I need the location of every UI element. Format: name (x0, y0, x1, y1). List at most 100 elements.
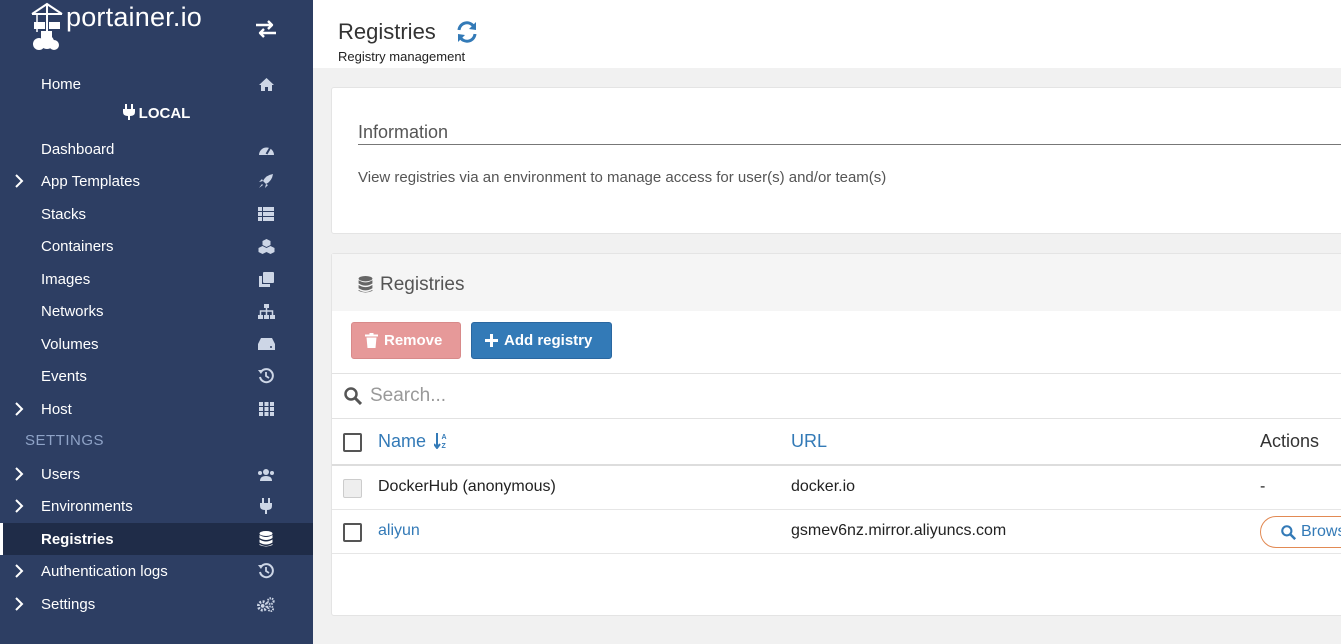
logo-text: portainer.io (66, 2, 202, 32)
list-icon (257, 206, 275, 222)
registries-panel: Registries Remove Add registry Name AZ U… (331, 253, 1341, 616)
information-panel: Information View registries via an envir… (331, 87, 1341, 234)
refresh-icon[interactable] (455, 20, 479, 49)
chevron-right-icon (14, 499, 24, 517)
information-text: View registries via an environment to ma… (358, 169, 887, 186)
plug-icon (122, 104, 135, 124)
settings-section-title: SETTINGS (25, 432, 105, 449)
add-registry-button[interactable]: Add registry (471, 322, 612, 359)
sidebar-item-images[interactable]: Images (0, 263, 313, 295)
sidebar-item-containers[interactable]: Containers (0, 230, 313, 262)
sidebar-item-authentication-logs[interactable]: Authentication logs (0, 555, 313, 587)
sidebar-item-host[interactable]: Host (0, 393, 313, 425)
browse-button[interactable]: Browse (1260, 516, 1341, 548)
sidebar-item-label: Events (41, 367, 87, 385)
remove-button-label: Remove (384, 332, 443, 349)
sidebar-item-label: Containers (41, 237, 114, 255)
plus-icon (485, 334, 498, 347)
registries-panel-header: Registries (332, 254, 1341, 311)
chevron-right-icon (14, 402, 24, 420)
search-icon (344, 387, 363, 410)
sidebar-item-users[interactable]: Users (0, 458, 313, 490)
sidebar-item-label: App Templates (41, 172, 140, 190)
sidebar-item-label: Settings (41, 595, 96, 613)
registry-name-link[interactable]: aliyun (378, 522, 420, 540)
sidebar-item-label: Networks (41, 302, 104, 320)
history-icon (257, 563, 275, 579)
sidebar-item-label: Images (41, 270, 91, 288)
sidebar-item-stacks[interactable]: Stacks (0, 198, 313, 230)
th-icon (257, 401, 275, 417)
logo-row: portainer.io (0, 0, 313, 68)
cogs-icon (257, 596, 275, 612)
chevron-right-icon (14, 597, 24, 615)
history-icon (257, 368, 275, 384)
chevron-right-icon (14, 174, 24, 192)
environment-title: LOCAL (0, 104, 313, 128)
users-icon (257, 466, 275, 482)
row-checkbox (343, 479, 362, 498)
database-icon (257, 531, 275, 547)
clone-icon (257, 271, 275, 287)
svg-text:A: A (442, 434, 447, 441)
sidebar-item-settings[interactable]: Settings (0, 588, 313, 620)
sidebar-item-label: Volumes (41, 335, 99, 353)
registry-action: - (1260, 478, 1266, 495)
sidebar-item-app-templates[interactable]: App Templates (0, 165, 313, 197)
column-header-actions: Actions (1260, 431, 1320, 451)
plug-icon (257, 498, 275, 514)
sidebar-item-label: Dashboard (41, 140, 115, 158)
sidebar-toggle-icon[interactable] (254, 18, 278, 45)
logo-crane-icon (31, 2, 63, 50)
table-header: Name AZ URL Actions (332, 419, 1341, 466)
environment-name: LOCAL (138, 105, 191, 122)
sidebar-item-networks[interactable]: Networks (0, 295, 313, 327)
row-checkbox[interactable] (343, 523, 362, 542)
sidebar-item-dashboard[interactable]: Dashboard (0, 133, 313, 165)
sidebar: portainer.io Home LOCAL Dashboard App Te… (0, 0, 313, 644)
database-icon (358, 276, 373, 298)
column-header-name[interactable]: Name AZ (378, 431, 448, 454)
sidebar-item-home[interactable]: Home (0, 68, 313, 100)
sidebar-item-label: Stacks (41, 205, 87, 223)
hdd-icon (257, 336, 275, 352)
trash-icon (365, 333, 378, 348)
chevron-right-icon (14, 467, 24, 485)
portainer-logo[interactable]: portainer.io (30, 2, 202, 52)
home-icon (257, 76, 275, 92)
table-row: aliyun gsmev6nz.mirror.aliyuncs.com Brow… (332, 510, 1341, 554)
sidebar-item-volumes[interactable]: Volumes (0, 328, 313, 360)
sidebar-item-events[interactable]: Events (0, 360, 313, 392)
table-row: DockerHub (anonymous) docker.io - (332, 466, 1341, 510)
registries-panel-title: Registries (380, 274, 465, 295)
rocket-icon (257, 173, 275, 189)
sidebar-item-label: Home (41, 75, 82, 93)
information-title: Information (358, 122, 449, 142)
registry-url: docker.io (791, 478, 856, 495)
page-subtitle: Registry management (338, 49, 466, 64)
registry-name: DockerHub (anonymous) (378, 478, 556, 495)
search-icon (1281, 524, 1296, 540)
browse-button-label: Browse (1301, 523, 1341, 540)
column-header-url[interactable]: URL (791, 431, 827, 452)
search-input[interactable] (370, 382, 1270, 410)
sidebar-item-registries[interactable]: Registries (0, 523, 313, 555)
sidebar-item-label: Authentication logs (41, 562, 168, 580)
sitemap-icon (257, 303, 275, 319)
chevron-right-icon (14, 564, 24, 582)
cubes-icon (257, 238, 275, 254)
sidebar-item-label: Environments (41, 497, 133, 515)
select-all-checkbox[interactable] (343, 433, 362, 452)
page-header: Registries Registry management (313, 0, 1341, 68)
add-registry-button-label: Add registry (504, 332, 593, 349)
search-bar (332, 373, 1341, 419)
svg-text:Z: Z (442, 443, 447, 449)
sidebar-item-label: Registries (41, 530, 114, 548)
remove-button[interactable]: Remove (351, 322, 461, 359)
registry-url: gsmev6nz.mirror.aliyuncs.com (791, 522, 1007, 539)
dashboard-icon (257, 141, 275, 157)
sidebar-item-environments[interactable]: Environments (0, 490, 313, 522)
information-divider (358, 144, 1341, 145)
sidebar-item-label: Users (41, 465, 81, 483)
sidebar-item-label: Host (41, 400, 72, 418)
